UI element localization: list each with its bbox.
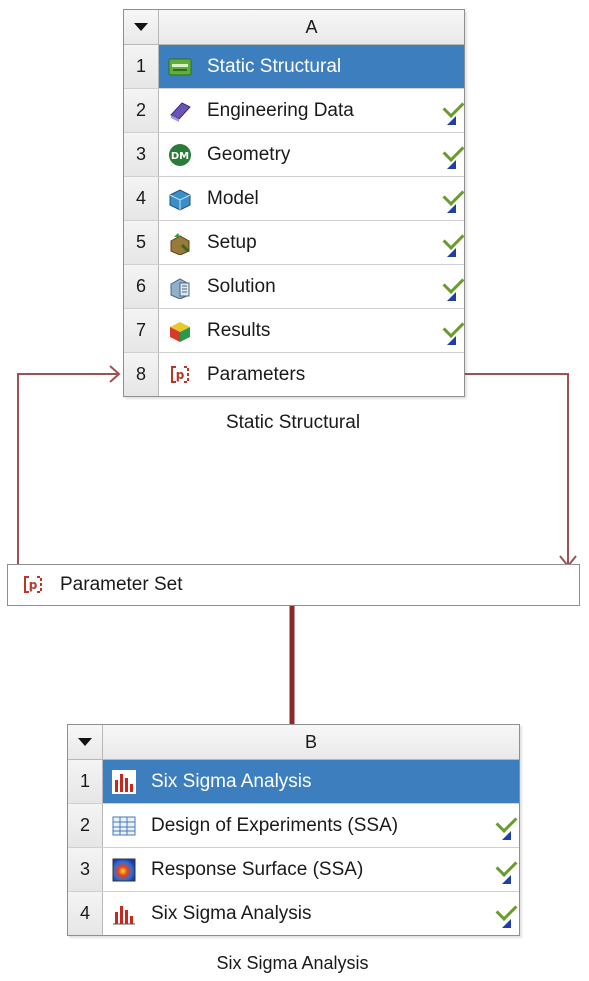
update-triangle-icon [447,248,456,257]
system-b-row-2: 2 Design of Experiments (SSA) [68,804,519,848]
cell-label: Six Sigma Analysis [151,902,312,924]
response-surface-cell[interactable]: Response Surface (SSA) [103,848,519,891]
system-a-row-3: 3 DM Geometry [124,133,465,177]
static-structural-cell[interactable]: Static Structural [159,45,464,88]
cell-label: Setup [207,231,257,253]
parameter-set-bar[interactable]: p Parameter Set [7,564,580,606]
row-number: 1 [124,45,159,88]
parameters-cell[interactable]: p Parameters [159,353,464,396]
system-b-row-1: 1 Six Sigma Analysis [68,760,519,804]
system-a-caption[interactable]: Static Structural [123,412,463,434]
up-to-date-check-icon [442,228,465,250]
up-to-date-check-icon [495,855,518,877]
design-of-experiments-cell[interactable]: Design of Experiments (SSA) [103,804,519,847]
system-b-caption[interactable]: Six Sigma Analysis [67,953,518,974]
response-surface-icon [111,857,137,883]
up-to-date-check-icon [442,272,465,294]
static-structural-icon [167,54,193,80]
system-b-row-3: 3 Response Surface (SSA) [68,848,519,892]
system-b-menu-button[interactable] [68,725,103,759]
cell-label: Solution [207,275,276,297]
doe-icon [111,813,137,839]
cell-label: Six Sigma Analysis [151,770,312,792]
cell-label: Design of Experiments (SSA) [151,814,399,836]
row-number: 4 [68,892,103,935]
system-b-column-letter: B [304,732,317,752]
system-a-row-2: 2 Engineering Data [124,89,465,133]
system-a-menu-button[interactable] [124,10,159,44]
model-cell[interactable]: Model [159,177,465,220]
system-b-row-4: 4 Six Sigma Analysis [68,892,519,935]
parameter-set-icon: p [20,572,46,598]
row-number: 2 [124,89,159,132]
row-number: 8 [124,353,159,396]
system-a-header: A [124,10,464,45]
cell-label: Model [207,187,259,209]
row-number: 3 [124,133,159,176]
svg-text:p: p [176,368,185,382]
parameter-set-label: Parameter Set [60,574,183,595]
six-sigma-analysis-cell[interactable]: Six Sigma Analysis [103,760,519,803]
solution-icon [167,274,193,300]
engineering-data-icon [167,98,193,124]
up-to-date-check-icon [495,899,518,921]
system-a-row-1: 1 Static Structural [124,45,464,89]
up-to-date-check-icon [442,184,465,206]
update-triangle-icon [502,831,511,840]
setup-cell[interactable]: Setup [159,221,465,264]
update-triangle-icon [447,336,456,345]
row-number: 4 [124,177,159,220]
update-triangle-icon [502,875,511,884]
svg-text:p: p [29,578,38,592]
parameters-icon: p [167,362,193,388]
update-triangle-icon [502,919,511,928]
row-number: 6 [124,265,159,308]
system-b-block: B 1 Six Sigma Analysis 2 Design of Exper… [67,724,520,936]
system-a-row-8: 8 p Parameters [124,353,464,396]
row-number: 3 [68,848,103,891]
up-to-date-check-icon [442,96,465,118]
update-triangle-icon [447,160,456,169]
row-number: 5 [124,221,159,264]
setup-icon [167,230,193,256]
row-number: 2 [68,804,103,847]
svg-text:DM: DM [171,151,189,162]
update-triangle-icon [447,292,456,301]
up-to-date-check-icon [442,140,465,162]
row-number: 1 [68,760,103,803]
link-set-to-parameters [17,373,118,566]
update-triangle-icon [447,116,456,125]
engineering-data-cell[interactable]: Engineering Data [159,89,465,132]
six-sigma-icon [111,901,137,927]
cell-label: Response Surface (SSA) [151,858,364,880]
six-sigma-icon [111,769,137,795]
up-to-date-check-icon [442,316,465,338]
link-parameters-to-set [463,373,569,566]
cell-label: Parameters [207,363,306,385]
results-cell[interactable]: Results [159,309,465,352]
results-icon [167,318,193,344]
geometry-cell[interactable]: DM Geometry [159,133,465,176]
system-a-column-letter: A [305,17,318,37]
system-a-block: A 1 Static Structural 2 Engineering Data… [123,9,465,397]
system-a-row-7: 7 Results [124,309,465,353]
six-sigma-analysis-results-cell[interactable]: Six Sigma Analysis [103,892,519,935]
system-a-row-5: 5 Setup [124,221,465,265]
row-number: 7 [124,309,159,352]
model-icon [167,186,193,212]
system-a-row-4: 4 Model [124,177,465,221]
cell-label: Static Structural [207,55,342,77]
solution-cell[interactable]: Solution [159,265,465,308]
update-triangle-icon [447,204,456,213]
cell-label: Results [207,319,271,341]
system-b-header: B [68,725,519,760]
cell-label: Engineering Data [207,99,354,121]
system-a-row-6: 6 Solution [124,265,465,309]
up-to-date-check-icon [495,811,518,833]
geometry-icon: DM [167,142,193,168]
cell-label: Geometry [207,143,291,165]
